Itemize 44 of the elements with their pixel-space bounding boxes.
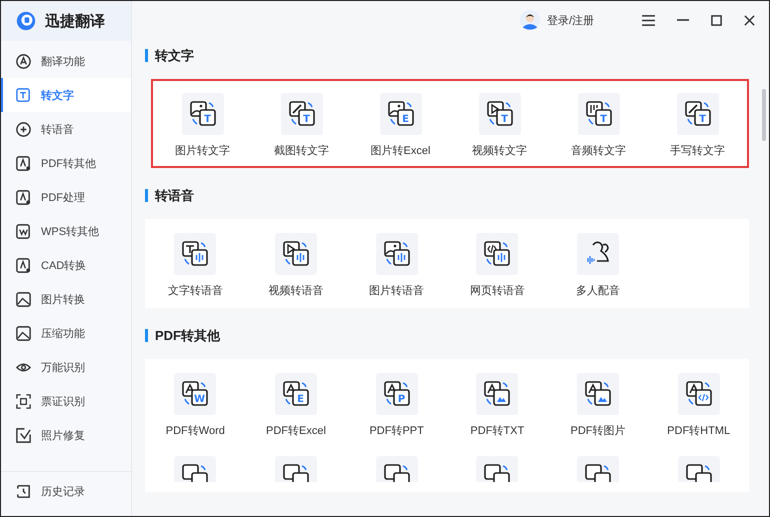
- tool-icon: P: [376, 373, 418, 415]
- app-name: 迅捷翻译: [45, 12, 105, 30]
- tool-tile[interactable]: E 图片转Excel: [351, 93, 450, 158]
- tool-tile[interactable]: 多人配音: [548, 233, 648, 298]
- tool-tile[interactable]: PDF转TXT: [446, 373, 548, 438]
- tool-icon: T: [578, 93, 620, 135]
- tool-icon: T: [478, 93, 520, 135]
- tool-tile[interactable]: T 截图转文字: [252, 93, 351, 158]
- sidebar-item[interactable]: 万能识别: [1, 350, 131, 384]
- sidebar-item[interactable]: 转文字: [1, 78, 131, 112]
- sidebar-item[interactable]: 图片转换: [1, 282, 131, 316]
- sidebar-item[interactable]: PDF处理: [1, 180, 131, 214]
- tool-tile[interactable]: T 视频转文字: [450, 93, 549, 158]
- tool-icon: E: [274, 373, 317, 415]
- sidebar-item[interactable]: PDF转其他: [1, 146, 131, 180]
- sidebar-item[interactable]: 翻译功能: [1, 44, 131, 78]
- section-title: PDF转其他: [145, 329, 749, 342]
- tool-tile[interactable]: 文字转语音: [145, 233, 246, 298]
- tool-tile[interactable]: T 图片转文字: [153, 93, 252, 158]
- section-title: 转文字: [145, 49, 749, 62]
- tool-tile[interactable]: 网页转语音: [446, 233, 548, 298]
- sidebar-item[interactable]: 照片修复: [1, 418, 131, 452]
- sidebar-item[interactable]: WPS转其他: [1, 214, 131, 248]
- history-button[interactable]: 历史记录: [1, 474, 131, 508]
- tool-tile[interactable]: T 音频转文字: [549, 93, 648, 158]
- tool-tile[interactable]: T 手写转文字: [648, 93, 747, 158]
- tool-tile[interactable]: E PDF转Excel: [246, 373, 346, 438]
- sidebar-item[interactable]: 压缩功能: [1, 316, 131, 350]
- tool-icon: T: [182, 93, 224, 135]
- tool-icon: T: [280, 93, 322, 135]
- tool-icon: E: [380, 93, 422, 135]
- tool-tile[interactable]: W PDF转Word: [145, 373, 246, 438]
- tool-tile[interactable]: PDF转HTML: [648, 373, 749, 438]
- tool-tile[interactable]: P PDF转PPT: [346, 373, 447, 438]
- tool-tile[interactable]: 图片转语音: [346, 233, 447, 298]
- sidebar-item[interactable]: 票证识别: [1, 384, 131, 418]
- sidebar-item[interactable]: 转语音: [1, 112, 131, 146]
- tool-tile[interactable]: PDF转图片: [548, 373, 648, 438]
- tool-icon: T: [676, 93, 718, 135]
- tool-icon: W: [174, 373, 216, 415]
- section-title: 转语音: [145, 189, 749, 202]
- sidebar-item[interactable]: CAD转换: [1, 248, 131, 282]
- tool-tile[interactable]: 视频转语音: [246, 233, 346, 298]
- login-link[interactable]: 登录/注册: [546, 12, 594, 28]
